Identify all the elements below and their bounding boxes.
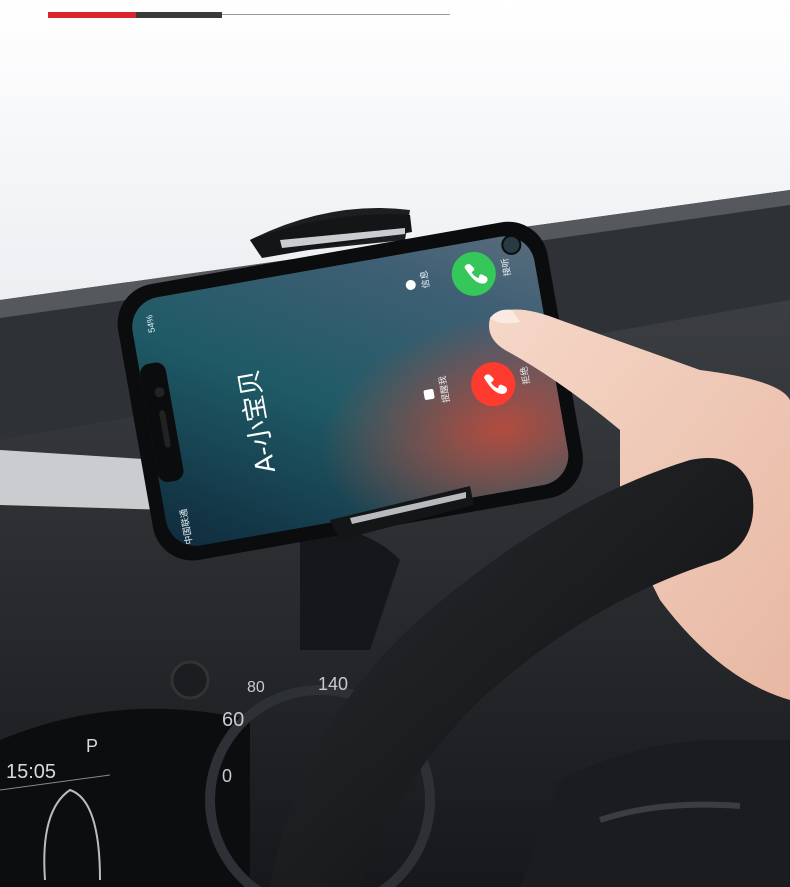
product-photo: 15:05 P 140 80 60 0 54% 中国联通 A-小宝贝 信息 接听… [0,0,790,887]
header-thin-line [222,14,450,15]
dashboard-gear: P [86,736,98,756]
dashboard-clock: 15:05 [6,761,56,783]
header-accent-bar [48,12,136,18]
header-dark-bar [136,12,222,18]
speed-140: 140 [318,674,348,694]
speed-60: 60 [222,709,244,731]
alarm-icon[interactable] [423,388,435,401]
car-mount-scene: 15:05 P 140 80 60 0 54% 中国联通 A-小宝贝 信息 接听… [0,0,790,887]
speed-0: 0 [222,766,232,786]
speed-80: 80 [247,679,265,696]
